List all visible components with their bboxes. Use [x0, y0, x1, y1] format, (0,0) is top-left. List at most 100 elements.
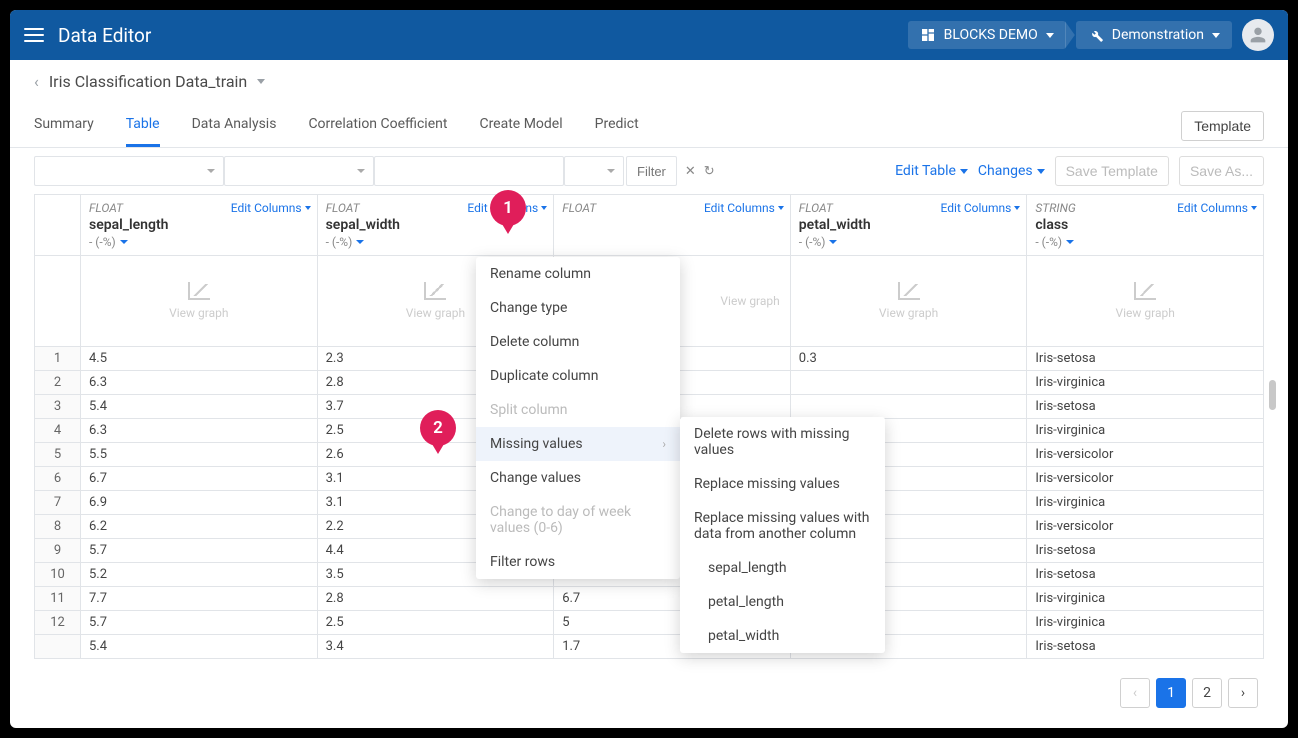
page-button-2[interactable]: 2	[1192, 678, 1222, 708]
table-cell[interactable]: Iris-setosa	[1027, 635, 1263, 658]
submenu-column-option[interactable]: petal_width	[680, 619, 885, 653]
avatar[interactable]	[1242, 19, 1274, 51]
table-cell[interactable]: 2.8	[318, 587, 555, 610]
column-pct: - (-%)	[1035, 235, 1062, 249]
filter-select-2[interactable]	[224, 156, 374, 186]
view-graph-cell[interactable]: View graph	[1027, 256, 1263, 346]
chevron-down-icon	[778, 206, 784, 210]
menu-item[interactable]: Change values	[476, 461, 680, 495]
filter-select-3[interactable]	[374, 156, 564, 186]
scrollbar-thumb[interactable]	[1269, 380, 1276, 410]
edit-columns-dropdown[interactable]: Edit Columns	[1177, 201, 1257, 215]
pagination: ‹ 1 2 ›	[1120, 678, 1258, 708]
table-cell[interactable]: 5.7	[81, 539, 318, 562]
user-icon	[1247, 24, 1269, 46]
template-button[interactable]: Template	[1181, 111, 1264, 141]
filter-select-1[interactable]	[34, 156, 224, 186]
table-cell[interactable]: Iris-virginica	[1027, 419, 1263, 442]
row-number: 11	[35, 587, 81, 610]
table-cell[interactable]: Iris-virginica	[1027, 611, 1263, 634]
table-cell[interactable]: Iris-virginica	[1027, 371, 1263, 394]
table-cell[interactable]: 5.5	[81, 443, 318, 466]
workspace-chip[interactable]: Demonstration	[1076, 21, 1232, 49]
column-name: petal_width	[799, 217, 1019, 233]
table-cell[interactable]: Iris-versicolor	[1027, 443, 1263, 466]
table-cell[interactable]: Iris-versicolor	[1027, 467, 1263, 490]
row-number: 9	[35, 539, 81, 562]
menu-item[interactable]: Missing values›	[476, 427, 680, 461]
table-cell[interactable]: 7.7	[81, 587, 318, 610]
save-template-button[interactable]: Save Template	[1055, 156, 1169, 186]
tab-data-analysis[interactable]: Data Analysis	[192, 104, 277, 147]
view-graph-cell[interactable]: View graph	[81, 256, 318, 346]
submenu-column-option[interactable]: sepal_length	[680, 551, 885, 585]
chevron-down-icon[interactable]	[257, 79, 265, 84]
submenu-item[interactable]: Replace missing values with data from an…	[680, 501, 885, 551]
table-cell[interactable]: 6.3	[81, 371, 318, 394]
edit-table-dropdown[interactable]: Edit Table	[895, 163, 968, 179]
filter-select-4[interactable]	[564, 156, 624, 186]
table-cell[interactable]: 5.7	[81, 611, 318, 634]
table-cell[interactable]: 6.3	[81, 419, 318, 442]
clear-icon[interactable]: ✕	[685, 164, 696, 179]
table-cell[interactable]: Iris-setosa	[1027, 395, 1263, 418]
table-cell[interactable]: 6.2	[81, 515, 318, 538]
tab-predict[interactable]: Predict	[595, 104, 639, 147]
row-number	[35, 635, 81, 658]
table-cell[interactable]: 4.5	[81, 347, 318, 370]
submenu-item[interactable]: Delete rows with missing values	[680, 417, 885, 467]
project-chip[interactable]: BLOCKS DEMO	[908, 21, 1066, 49]
chevron-down-icon[interactable]	[356, 240, 364, 244]
tab-correlation[interactable]: Correlation Coefficient	[308, 104, 447, 147]
menu-item[interactable]: Filter rows	[476, 545, 680, 579]
page-next-button[interactable]: ›	[1228, 678, 1258, 708]
column-header: FLOAT Edit Columns	[554, 195, 791, 255]
refresh-icon[interactable]: ↻	[704, 164, 715, 179]
table-cell[interactable]: 2.5	[318, 611, 555, 634]
edit-columns-dropdown[interactable]: Edit Columns	[704, 201, 784, 215]
chevron-down-icon	[1046, 33, 1054, 38]
chevron-down-icon[interactable]	[1066, 240, 1074, 244]
edit-columns-dropdown[interactable]: Edit Columns	[941, 201, 1021, 215]
view-graph-cell[interactable]: View graph	[791, 256, 1028, 346]
table-cell[interactable]: Iris-virginica	[1027, 587, 1263, 610]
menu-item[interactable]: Rename column	[476, 257, 680, 291]
submenu-item[interactable]: Replace missing values	[680, 467, 885, 501]
submenu-column-option[interactable]: petal_length	[680, 585, 885, 619]
table-cell[interactable]	[791, 395, 1028, 418]
tab-summary[interactable]: Summary	[34, 104, 94, 147]
changes-dropdown[interactable]: Changes	[978, 163, 1045, 179]
table-cell[interactable]: 5.4	[81, 395, 318, 418]
table-cell[interactable]: 5.4	[81, 635, 318, 658]
table-cell[interactable]: 0.3	[791, 347, 1028, 370]
table-cell[interactable]: Iris-virginica	[1027, 491, 1263, 514]
table-cell[interactable]: Iris-setosa	[1027, 347, 1263, 370]
menu-icon[interactable]	[24, 28, 44, 42]
table-cell[interactable]: Iris-setosa	[1027, 539, 1263, 562]
chevron-down-icon[interactable]	[120, 240, 128, 244]
chevron-down-icon[interactable]	[829, 240, 837, 244]
filter-button[interactable]: Filter	[626, 156, 677, 186]
page-prev-button[interactable]: ‹	[1120, 678, 1150, 708]
missing-values-submenu: Delete rows with missing valuesReplace m…	[680, 417, 885, 653]
save-as-button[interactable]: Save As...	[1179, 156, 1264, 186]
table-cell[interactable]: 6.7	[81, 467, 318, 490]
table-cell[interactable]: Iris-setosa	[1027, 563, 1263, 586]
table-cell[interactable]	[791, 371, 1028, 394]
back-icon[interactable]: ‹	[34, 72, 39, 91]
table-cell[interactable]: Iris-versicolor	[1027, 515, 1263, 538]
filter-toolbar: Filter ✕ ↻ Edit Table Changes Save Templ…	[10, 148, 1288, 194]
menu-item[interactable]: Change type	[476, 291, 680, 325]
chevron-down-icon	[607, 169, 615, 173]
chart-icon	[898, 282, 920, 300]
menu-item[interactable]: Duplicate column	[476, 359, 680, 393]
table-cell[interactable]: 5.2	[81, 563, 318, 586]
chevron-down-icon	[1251, 206, 1257, 210]
tab-table[interactable]: Table	[126, 104, 160, 147]
page-button-1[interactable]: 1	[1156, 678, 1186, 708]
menu-item[interactable]: Delete column	[476, 325, 680, 359]
tab-create-model[interactable]: Create Model	[479, 104, 562, 147]
table-cell[interactable]: 3.4	[318, 635, 555, 658]
table-cell[interactable]: 6.9	[81, 491, 318, 514]
edit-columns-dropdown[interactable]: Edit Columns	[231, 201, 311, 215]
